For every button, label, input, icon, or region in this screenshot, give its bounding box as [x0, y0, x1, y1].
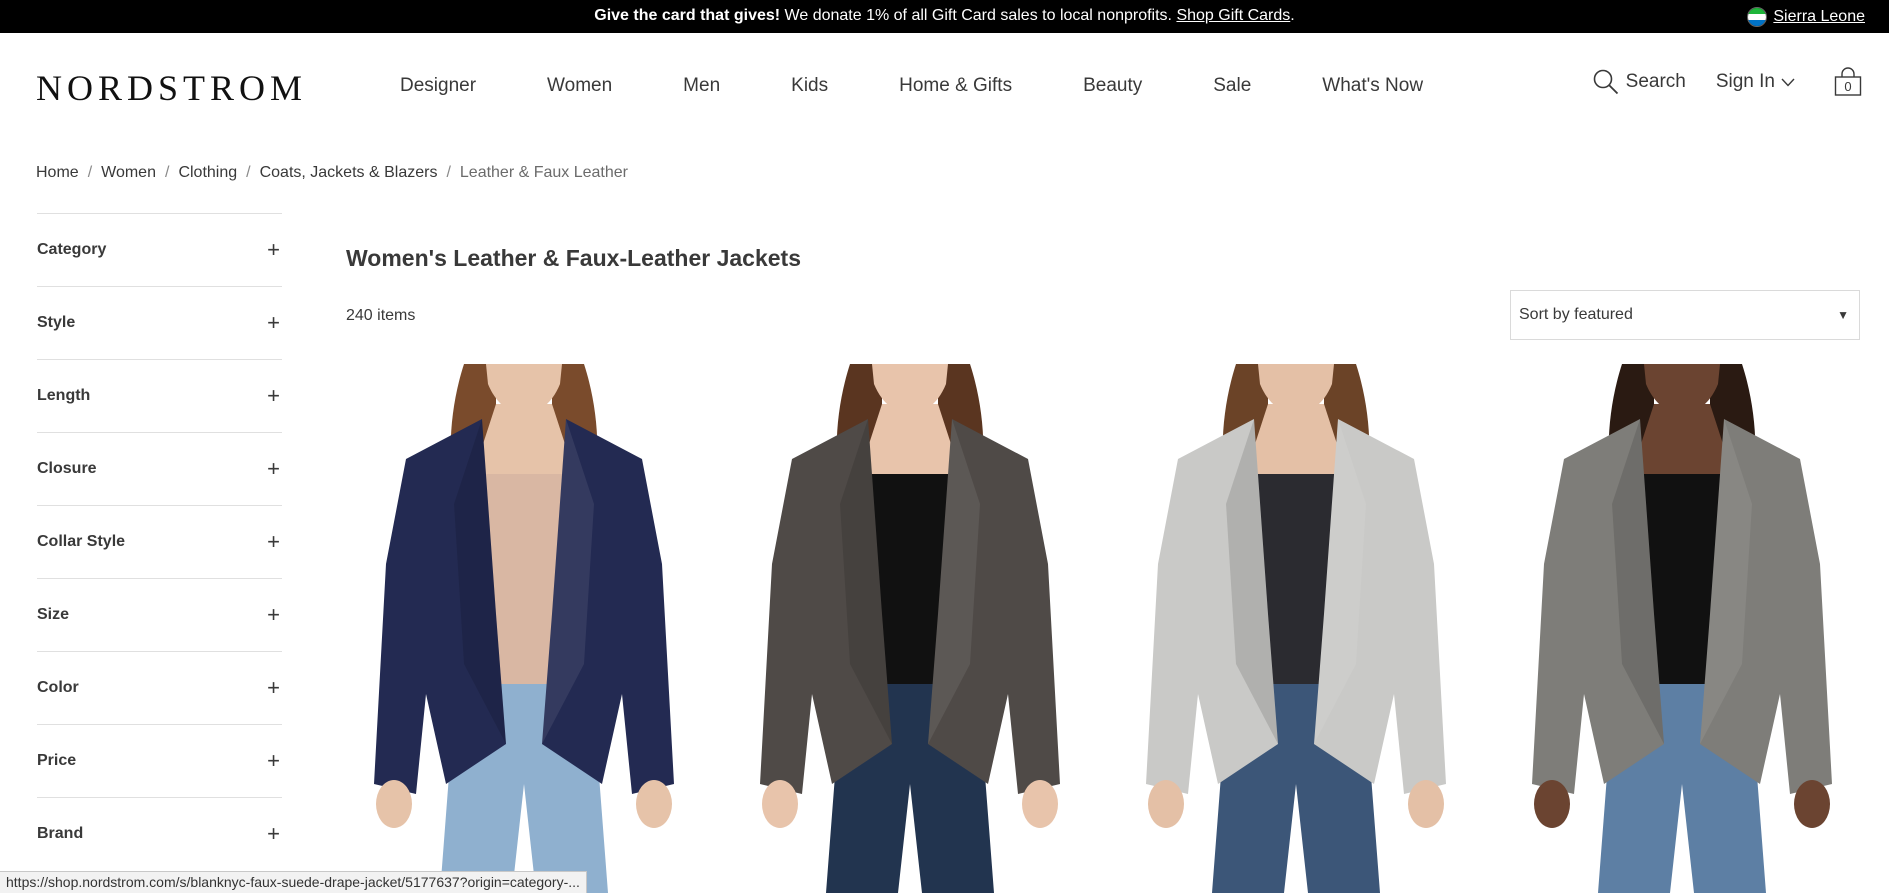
filter-color[interactable]: Color +: [37, 651, 282, 724]
filter-label: Color: [37, 679, 79, 696]
breadcrumb-women[interactable]: Women: [101, 164, 156, 182]
filter-label: Brand: [37, 825, 84, 842]
plus-icon: +: [267, 310, 280, 335]
shopping-bag-icon: 0: [1833, 67, 1863, 97]
plus-icon: +: [267, 237, 280, 262]
filter-label: Price: [37, 752, 77, 769]
breadcrumb-separator: /: [164, 164, 170, 181]
plus-icon: +: [267, 602, 280, 627]
promo-bar: Give the card that gives! We donate 1% o…: [0, 0, 1889, 33]
nav-designer[interactable]: Designer: [400, 75, 476, 97]
filter-label: Style: [37, 314, 76, 331]
product-image: [760, 364, 1060, 893]
filter-sidebar: Category + Style + Length + Closure + Collar…: [37, 213, 282, 870]
product-card[interactable]: [1504, 364, 1860, 893]
filter-label: Length: [37, 387, 91, 404]
nav-sale[interactable]: Sale: [1213, 75, 1251, 97]
country-selector[interactable]: Sierra Leone: [1747, 7, 1865, 27]
filter-label: Category: [37, 241, 107, 258]
product-grid: [346, 364, 1860, 893]
breadcrumb-separator: /: [246, 164, 251, 181]
search-label: Search: [1625, 71, 1686, 92]
header-utilities: Search Sign In 0: [1592, 67, 1863, 97]
breadcrumb-clothing[interactable]: Clothing: [178, 164, 237, 182]
nav-women[interactable]: Women: [547, 75, 612, 97]
breadcrumb-current: Leather & Faux Leather: [459, 164, 628, 181]
filter-category[interactable]: Category +: [37, 213, 282, 286]
breadcrumb-separator: /: [446, 164, 451, 181]
nav-men[interactable]: Men: [683, 75, 720, 97]
country-link[interactable]: Sierra Leone: [1773, 8, 1865, 26]
search-icon: [1592, 68, 1620, 96]
shop-gift-cards-link[interactable]: Shop Gift Cards: [1176, 7, 1290, 24]
page-title: Women's Leather & Faux-Leather Jackets: [346, 245, 801, 271]
product-image: [1146, 364, 1446, 893]
breadcrumb: Home / Women / Clothing / Coats, Jackets…: [36, 164, 628, 182]
search-button[interactable]: Search: [1592, 68, 1686, 96]
filter-length[interactable]: Length +: [37, 359, 282, 432]
chevron-down-icon: [1781, 78, 1795, 87]
nordstrom-logo[interactable]: NORDSTROM: [36, 67, 307, 109]
breadcrumb-home[interactable]: Home: [36, 164, 79, 182]
filter-price[interactable]: Price +: [37, 724, 282, 797]
site-header: NORDSTROM Designer Women Men Kids Home &…: [0, 33, 1889, 138]
filter-label: Closure: [37, 460, 97, 477]
product-card[interactable]: [1118, 364, 1474, 893]
sign-in-button[interactable]: Sign In: [1716, 71, 1795, 93]
filter-label: Collar Style: [37, 533, 126, 550]
plus-icon: +: [267, 675, 280, 700]
plus-icon: +: [267, 456, 280, 481]
nav-kids[interactable]: Kids: [791, 75, 828, 97]
shopping-bag-button[interactable]: 0: [1833, 67, 1863, 97]
filter-brand[interactable]: Brand +: [37, 797, 282, 870]
nav-home-gifts[interactable]: Home & Gifts: [899, 75, 1012, 97]
product-card[interactable]: [346, 364, 702, 893]
product-image: [1532, 364, 1832, 893]
nav-beauty[interactable]: Beauty: [1083, 75, 1142, 97]
sort-value: Sort by featured: [1519, 306, 1633, 323]
promo-end: .: [1290, 7, 1295, 24]
filter-collar-style[interactable]: Collar Style +: [37, 505, 282, 578]
sort-select[interactable]: Sort by featured ▼: [1510, 290, 1860, 340]
plus-icon: +: [267, 529, 280, 554]
promo-bold-text: Give the card that gives!: [594, 7, 781, 24]
promo-text: We donate 1% of all Gift Card sales to l…: [780, 7, 1177, 24]
browser-status-bar: https://shop.nordstrom.com/s/blanknyc-fa…: [0, 871, 587, 893]
plus-icon: +: [267, 821, 280, 846]
filter-style[interactable]: Style +: [37, 286, 282, 359]
nav-whats-now[interactable]: What's Now: [1322, 75, 1423, 97]
item-count: 240 items: [346, 307, 416, 324]
plus-icon: +: [267, 748, 280, 773]
caret-down-icon: ▼: [1837, 308, 1849, 322]
breadcrumb-separator: /: [87, 164, 93, 181]
product-card[interactable]: [732, 364, 1088, 893]
breadcrumb-coats[interactable]: Coats, Jackets & Blazers: [260, 164, 438, 182]
promo-message: Give the card that gives! We donate 1% o…: [0, 7, 1889, 25]
sign-in-label: Sign In: [1715, 71, 1775, 92]
plus-icon: +: [267, 383, 280, 408]
filter-label: Size: [37, 606, 70, 623]
main-nav: Designer Women Men Kids Home & Gifts Bea…: [400, 75, 1423, 97]
filter-closure[interactable]: Closure +: [37, 432, 282, 505]
filter-size[interactable]: Size +: [37, 578, 282, 651]
bag-count: 0: [1844, 79, 1852, 94]
flag-icon: [1747, 7, 1768, 27]
product-image: [374, 364, 674, 893]
